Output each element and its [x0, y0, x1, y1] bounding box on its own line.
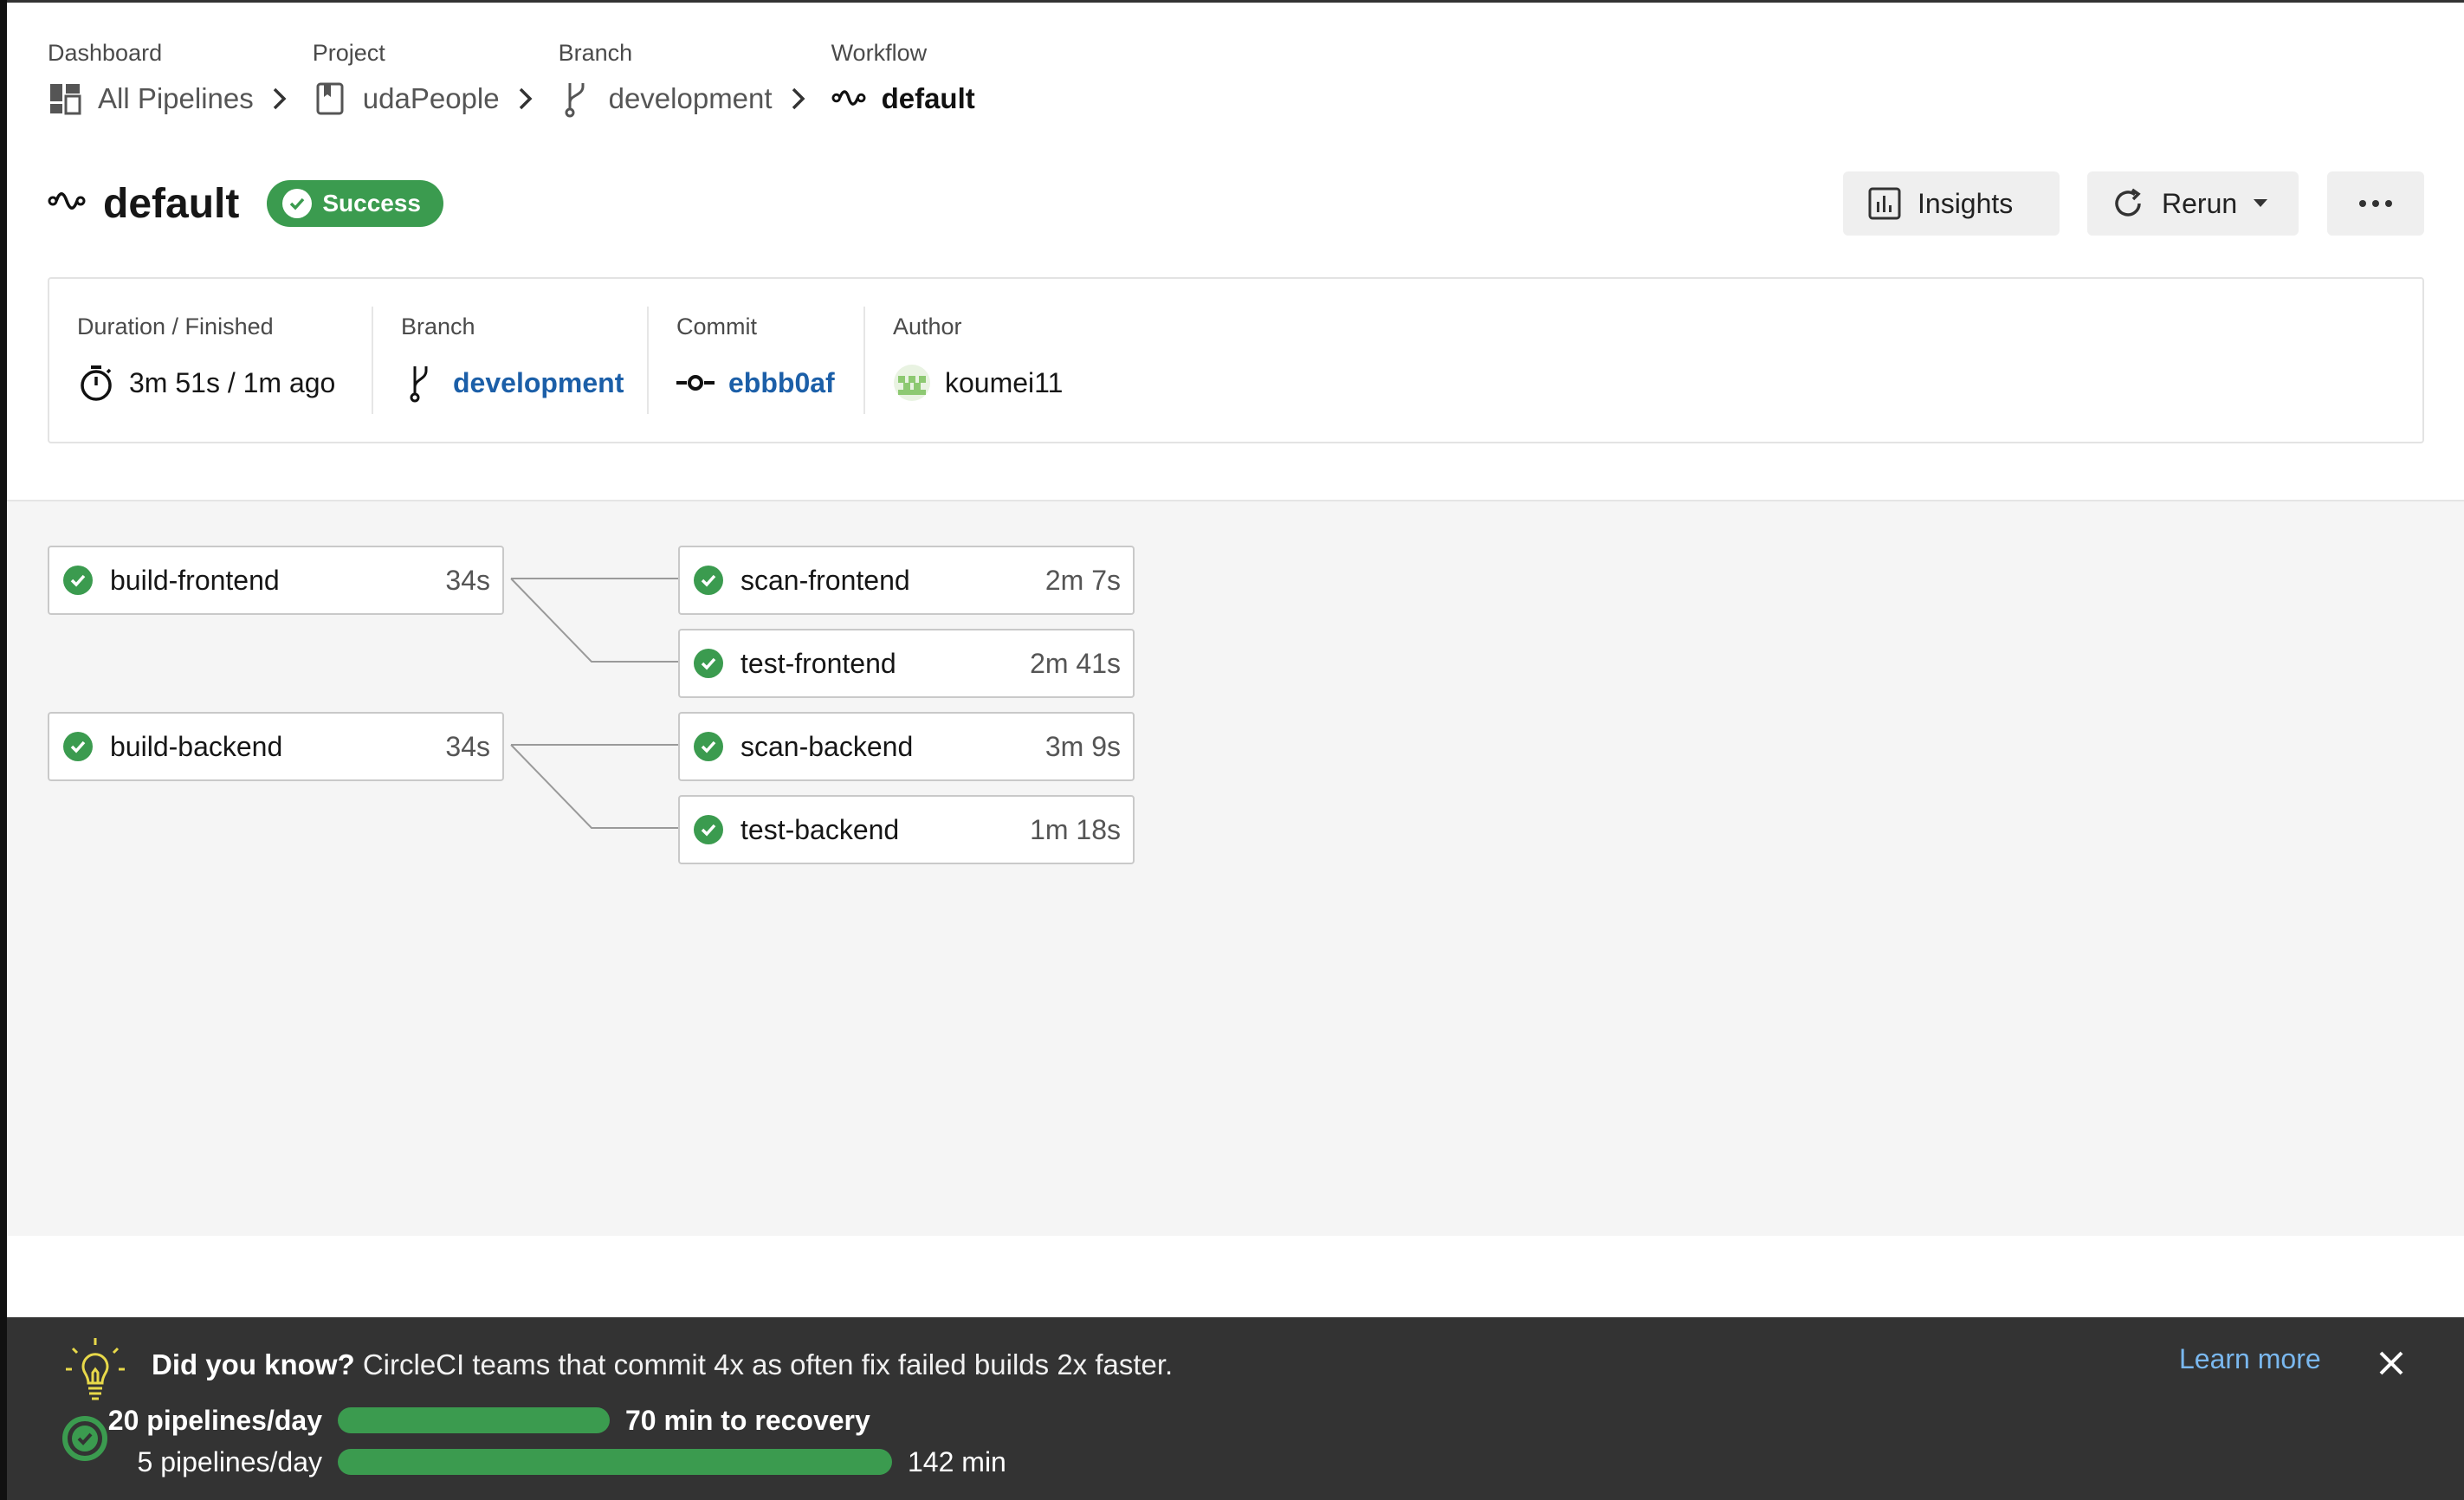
success-check-icon	[694, 732, 723, 761]
status-badge: Success	[267, 180, 443, 227]
refresh-icon	[2112, 187, 2144, 220]
job-duration: 2m 7s	[1044, 564, 1121, 596]
stat-row-low-frequency: 5 pipelines/day 142 min	[7, 1441, 1006, 1483]
breadcrumb-label: default	[881, 82, 975, 114]
job-test-backend[interactable]: test-backend 1m 18s	[678, 795, 1135, 864]
branch-link[interactable]: development	[453, 367, 624, 399]
stat-value: 142 min	[908, 1445, 1006, 1477]
breadcrumb-dashboard[interactable]: Dashboard All Pipelines	[48, 40, 254, 125]
breadcrumb-label: udaPeople	[362, 82, 500, 114]
tip-text: Did you know? CircleCI teams that commit…	[152, 1348, 1173, 1381]
tip-body: CircleCI teams that commit 4x as often f…	[354, 1348, 1174, 1380]
workflow-header: default Success	[48, 173, 443, 234]
job-name: scan-backend	[740, 730, 914, 762]
insights-button[interactable]: Insights	[1843, 171, 2060, 236]
stopwatch-icon	[77, 364, 115, 402]
commit-icon	[676, 364, 715, 402]
breadcrumb-label: All Pipelines	[98, 82, 254, 114]
workflow-icon	[831, 81, 866, 116]
duration-value: 3m 51s / 1m ago	[129, 366, 336, 398]
workflow-summary-card: Duration / Finished 3m 51s / 1m ago Bran…	[48, 277, 2424, 443]
breadcrumb-branch[interactable]: Branch development	[559, 40, 773, 125]
author-name: koumei11	[945, 366, 1064, 398]
caret-down-icon	[2253, 198, 2268, 209]
branch-cell: Branch development	[373, 279, 647, 442]
top-rule	[0, 0, 2464, 3]
chevron-right-icon	[788, 73, 809, 125]
rerun-label: Rerun	[2162, 187, 2238, 219]
workflow-graph: build-frontend 34s scan-frontend 2m 7s t…	[7, 500, 2464, 1236]
success-check-icon	[63, 732, 93, 761]
branch-caption: Branch	[401, 314, 475, 339]
chevron-right-icon	[269, 73, 290, 125]
success-check-icon	[694, 815, 723, 844]
commit-link[interactable]: ebbb0af	[728, 367, 835, 399]
stat-bar	[338, 1449, 892, 1475]
lightbulb-icon	[61, 1335, 130, 1408]
rerun-button[interactable]: Rerun	[2087, 171, 2299, 236]
branch-icon	[401, 364, 439, 403]
chevron-right-icon	[515, 73, 536, 125]
commit-caption: Commit	[676, 314, 757, 339]
learn-more-link[interactable]: Learn more	[2179, 1343, 2321, 1375]
page-title: default	[103, 180, 240, 227]
breadcrumb-label: development	[608, 82, 773, 114]
job-duration: 3m 9s	[1044, 730, 1121, 762]
job-name: scan-frontend	[740, 564, 910, 596]
status-label: Success	[322, 190, 421, 217]
branch-icon	[559, 81, 593, 118]
stat-bar	[338, 1407, 610, 1433]
job-scan-frontend[interactable]: scan-frontend 2m 7s	[678, 546, 1135, 615]
job-test-frontend[interactable]: test-frontend 2m 41s	[678, 629, 1135, 698]
job-name: build-frontend	[110, 564, 280, 596]
success-check-icon	[694, 649, 723, 678]
chart-icon	[1867, 186, 1902, 221]
success-check-icon	[63, 566, 93, 595]
tip-banner: Did you know? CircleCI teams that commit…	[7, 1317, 2464, 1500]
breadcrumb-project[interactable]: Project udaPeople	[313, 40, 500, 125]
ellipsis-icon	[2358, 199, 2393, 208]
more-options-button[interactable]	[2327, 171, 2424, 236]
author-caption: Author	[893, 314, 962, 339]
workflow-icon	[48, 188, 86, 220]
job-name: build-backend	[110, 730, 283, 762]
job-duration: 2m 41s	[1030, 647, 1121, 679]
job-scan-backend[interactable]: scan-backend 3m 9s	[678, 712, 1135, 781]
stat-label: 20 pipelines/day	[107, 1404, 322, 1436]
dashboard-icon	[48, 81, 82, 116]
stat-label: 5 pipelines/day	[137, 1445, 322, 1477]
job-name: test-frontend	[740, 647, 896, 679]
insights-label: Insights	[1918, 187, 2014, 219]
job-name: test-backend	[740, 813, 900, 845]
avatar	[893, 364, 931, 402]
breadcrumb-workflow[interactable]: Workflow default	[831, 40, 975, 125]
author-cell: Author koumei11	[865, 279, 1212, 442]
success-check-icon	[694, 566, 723, 595]
commit-cell: Commit ebbb0af	[649, 279, 863, 442]
breadcrumb-caption: Workflow	[831, 40, 928, 66]
window-edge	[0, 0, 7, 1500]
job-duration: 34s	[445, 730, 490, 762]
duration-caption: Duration / Finished	[77, 314, 274, 339]
job-build-backend[interactable]: build-backend 34s	[48, 712, 504, 781]
breadcrumb-caption: Dashboard	[48, 40, 163, 66]
job-build-frontend[interactable]: build-frontend 34s	[48, 546, 504, 615]
project-icon	[313, 81, 347, 116]
breadcrumb: Dashboard All Pipelines Project udaPeopl…	[48, 40, 975, 125]
stat-row-high-frequency: 20 pipelines/day 70 min to recovery	[7, 1400, 870, 1441]
close-icon[interactable]	[2370, 1342, 2413, 1385]
duration-cell: Duration / Finished 3m 51s / 1m ago	[49, 279, 372, 442]
check-icon	[282, 189, 313, 218]
job-duration: 34s	[445, 564, 490, 596]
job-duration: 1m 18s	[1030, 813, 1121, 845]
tip-heading: Did you know?	[152, 1348, 355, 1380]
stat-value: 70 min to recovery	[625, 1404, 870, 1436]
breadcrumb-caption: Branch	[558, 40, 633, 66]
breadcrumb-caption: Project	[312, 40, 385, 66]
